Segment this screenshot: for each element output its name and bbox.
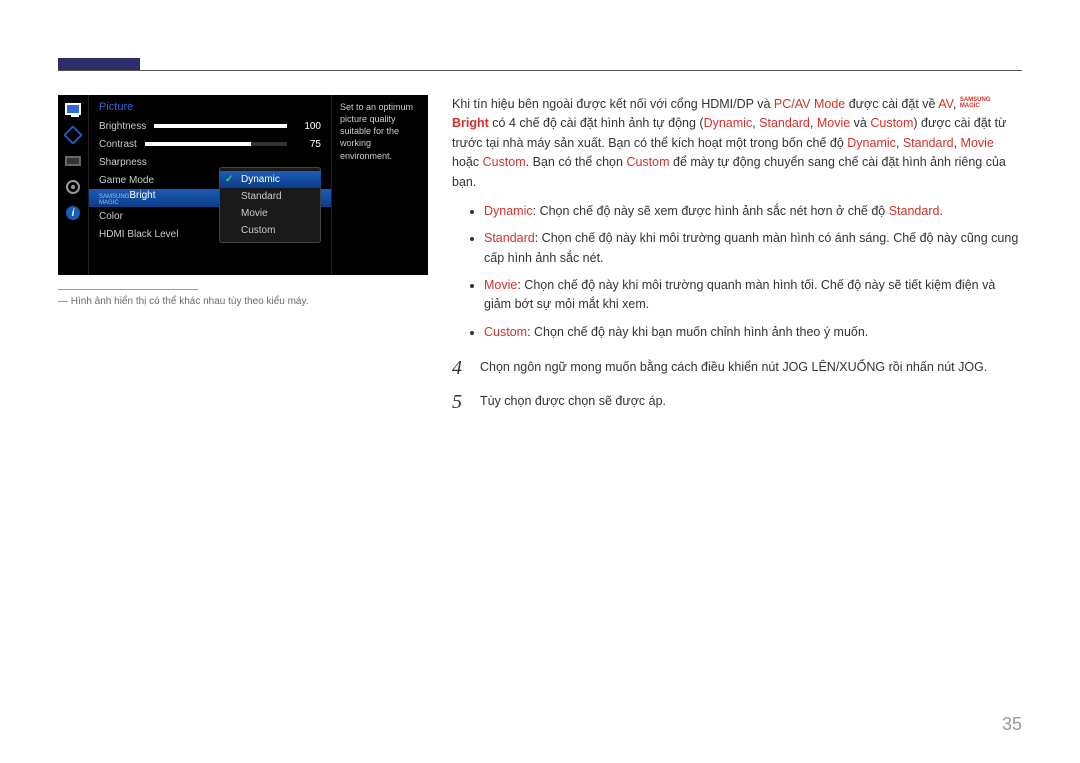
header-accent-bar xyxy=(58,58,140,70)
keyword-dynamic: Dynamic xyxy=(704,116,753,130)
text-run: có 4 chế độ cài đặt hình ảnh tự động ( xyxy=(489,116,704,130)
osd-main-panel: Picture Brightness 100 Contrast 75 Sharp… xyxy=(88,95,332,275)
popup-item-dynamic[interactable]: Dynamic xyxy=(219,171,321,188)
keyword-movie: Movie xyxy=(817,116,850,130)
osd-value: 75 xyxy=(295,139,321,150)
paragraph-intro: Khi tín hiệu bên ngoài được kết nối với … xyxy=(452,95,1022,192)
text-run: , xyxy=(953,97,960,111)
keyword-custom: Custom xyxy=(483,155,526,169)
slider-fill xyxy=(154,124,287,128)
body-text: Khi tín hiệu bên ngoài được kết nối với … xyxy=(452,95,1022,426)
osd-value: 100 xyxy=(295,121,321,132)
step-number: 5 xyxy=(452,392,466,412)
keyword-av: AV xyxy=(938,97,953,111)
header-rule xyxy=(58,70,1022,71)
bullet-movie: Movie: Chọn chế độ này khi môi trường qu… xyxy=(470,276,1022,315)
keyword-custom: Custom xyxy=(870,116,913,130)
popup-item-custom[interactable]: Custom xyxy=(219,222,321,239)
footnote-dash: ― xyxy=(58,296,68,307)
osd-submenu-popup: Dynamic Standard Movie Custom xyxy=(219,167,321,243)
text-run: : Chọn chế độ này khi môi trường quanh m… xyxy=(484,231,1018,264)
osd-category-icons: i xyxy=(58,95,88,275)
text-run: , xyxy=(954,136,961,150)
text-run: , xyxy=(810,116,817,130)
step-number: 4 xyxy=(452,358,466,378)
osd-screenshot: i Picture Brightness 100 Contrast 75 Sha… xyxy=(58,95,428,275)
tiny-line: MAGIC xyxy=(960,103,991,109)
info-icon: i xyxy=(63,205,83,221)
text-run: và xyxy=(850,116,870,130)
text-run: , xyxy=(896,136,903,150)
keyword-custom: Custom xyxy=(626,155,669,169)
bullet-custom: Custom: Chọn chế độ này khi bạn muốn chỉ… xyxy=(470,323,1022,342)
step-text: Chọn ngôn ngữ mong muốn bằng cách điều k… xyxy=(480,358,987,377)
pip-icon xyxy=(63,153,83,169)
bullet-dynamic: Dynamic: Chọn chế độ này sẽ xem được hìn… xyxy=(470,202,1022,221)
text-run: : Chọn chế độ này khi môi trường quanh m… xyxy=(484,278,995,311)
tiny-line: MAGIC xyxy=(99,200,129,206)
text-run: : Chọn chế độ này khi bạn muốn chỉnh hìn… xyxy=(527,325,868,339)
samsung-magic-prefix-inline: SAMSUNGMAGIC xyxy=(960,97,991,109)
osd-label: Brightness xyxy=(99,121,146,132)
footnote-text: Hình ảnh hiển thị có thể khác nhau tùy t… xyxy=(71,296,309,307)
osd-description: Set to an optimum picture quality suitab… xyxy=(332,95,428,275)
osd-label: Contrast xyxy=(99,139,137,150)
osd-label: SAMSUNG MAGIC Bright xyxy=(99,190,155,206)
monitor-icon xyxy=(63,101,83,117)
osd-label: Sharpness xyxy=(99,157,147,168)
left-column: i Picture Brightness 100 Contrast 75 Sha… xyxy=(58,95,428,307)
mode-bullet-list: Dynamic: Chọn chế độ này sẽ xem được hìn… xyxy=(470,202,1022,342)
slider-track xyxy=(154,124,287,128)
osd-title: Picture xyxy=(89,95,331,117)
keyword-standard: Standard xyxy=(484,231,535,245)
keyword-dynamic: Dynamic xyxy=(484,204,533,218)
osd-row-brightness[interactable]: Brightness 100 xyxy=(99,117,321,135)
footnote-rule xyxy=(58,289,198,290)
slider-fill xyxy=(145,142,252,146)
text-run: được cài đặt về xyxy=(845,97,938,111)
gear-icon xyxy=(63,179,83,195)
keyword-movie: Movie xyxy=(484,278,517,292)
osd-row-contrast[interactable]: Contrast 75 xyxy=(99,135,321,153)
bullet-standard: Standard: Chọn chế độ này khi môi trường… xyxy=(470,229,1022,268)
step-4: 4 Chọn ngôn ngữ mong muốn bằng cách điều… xyxy=(452,358,1022,378)
keyword-standard: Standard xyxy=(759,116,810,130)
samsung-magic-prefix: SAMSUNG MAGIC xyxy=(99,194,129,206)
footnote: ― Hình ảnh hiển thị có thể khác nhau tùy… xyxy=(58,289,428,307)
osd-label: HDMI Black Level xyxy=(99,229,178,240)
text-run: . Bạn có thể chọn xyxy=(526,155,627,169)
step-text: Tùy chọn được chọn sẽ được áp. xyxy=(480,392,666,411)
text-run: . xyxy=(939,204,942,218)
step-5: 5 Tùy chọn được chọn sẽ được áp. xyxy=(452,392,1022,412)
popup-item-movie[interactable]: Movie xyxy=(219,205,321,222)
keyword-custom: Custom xyxy=(484,325,527,339)
text-run: hoặc xyxy=(452,155,483,169)
osd-label: Color xyxy=(99,211,123,222)
keyword-standard: Standard xyxy=(889,204,940,218)
osd-label: Game Mode xyxy=(99,175,154,186)
keyword-pcav: PC/AV Mode xyxy=(774,97,845,111)
page-number: 35 xyxy=(1002,714,1022,735)
diamond-icon xyxy=(63,127,83,143)
text-run: Khi tín hiệu bên ngoài được kết nối với … xyxy=(452,97,774,111)
keyword-standard: Standard xyxy=(903,136,954,150)
keyword-bright: Bright xyxy=(452,116,489,130)
bright-suffix: Bright xyxy=(129,190,155,201)
keyword-dynamic: Dynamic xyxy=(847,136,896,150)
popup-item-standard[interactable]: Standard xyxy=(219,188,321,205)
keyword-movie: Movie xyxy=(961,136,994,150)
text-run: : Chọn chế độ này sẽ xem được hình ảnh s… xyxy=(533,204,889,218)
slider-track xyxy=(145,142,287,146)
